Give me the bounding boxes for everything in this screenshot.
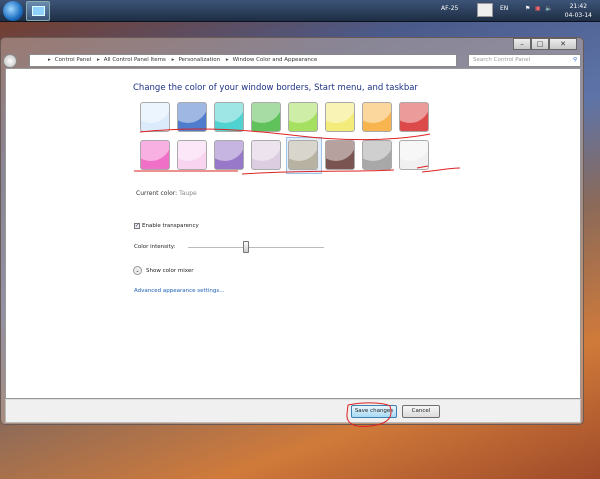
action-center-flag-icon[interactable]: ⚑ — [525, 5, 530, 12]
color-swatch-lemon[interactable] — [325, 102, 355, 132]
control-panel-window: – □ ✕ ▸ Control Panel ▸ All Control Panel … — [0, 37, 584, 425]
color-intensity-slider[interactable] — [188, 241, 324, 253]
color-swatch-fuchsia[interactable] — [140, 140, 170, 170]
color-swatch-pumpkin[interactable] — [362, 102, 392, 132]
tray-text: AF-25 — [441, 5, 459, 12]
time: 21:42 — [569, 3, 588, 10]
monitor-icon — [32, 6, 45, 16]
minimize-button[interactable]: – — [513, 38, 531, 50]
current-color-label: Current color: — [136, 190, 178, 197]
color-swatch-lavender[interactable] — [251, 140, 281, 170]
color-swatch-blush[interactable] — [177, 140, 207, 170]
color-swatch-violet[interactable] — [214, 140, 244, 170]
volume-icon[interactable]: 🔈 — [545, 5, 552, 12]
breadcrumb-item[interactable]: Window Color and Appearance — [233, 57, 318, 63]
date: 04-03-14 — [564, 12, 592, 19]
show-color-mixer-toggle[interactable]: ⌄ Show color mixer — [133, 266, 194, 275]
current-color: Current color: Taupe — [136, 190, 197, 197]
close-button[interactable]: ✕ — [549, 38, 577, 50]
color-swatch-sea[interactable] — [214, 102, 244, 132]
taskbar-app-control-panel[interactable] — [26, 1, 50, 21]
slider-thumb[interactable] — [242, 241, 249, 253]
enable-transparency-checkbox[interactable]: ✓ Enable transparency — [134, 223, 199, 229]
color-swatch-slate[interactable] — [362, 140, 392, 170]
footer: Save changes Cancel — [5, 399, 581, 423]
current-color-value: Taupe — [179, 190, 197, 197]
back-button[interactable] — [3, 54, 17, 68]
clock[interactable]: 21:42 04-03-14 — [565, 2, 592, 20]
chevron-down-icon: ⌄ — [133, 266, 142, 275]
intensity-label: Color intensity: — [134, 244, 176, 250]
cancel-button[interactable]: Cancel — [402, 405, 440, 418]
mixer-label: Show color mixer — [146, 267, 194, 274]
color-swatch-taupe[interactable] — [288, 140, 318, 170]
save-changes-button[interactable]: Save changes — [351, 405, 397, 418]
network-icon[interactable]: ▣ — [535, 5, 541, 12]
breadcrumb-item[interactable]: All Control Panel Items — [104, 57, 166, 63]
language-indicator[interactable]: EN — [500, 5, 508, 12]
transparency-label: Enable transparency — [142, 223, 199, 229]
color-swatch-leaf[interactable] — [251, 102, 281, 132]
search-placeholder: Search Control Panel — [473, 57, 531, 63]
start-button[interactable] — [3, 1, 23, 21]
color-swatch-sky[interactable] — [140, 102, 170, 132]
color-swatch-twilight[interactable] — [177, 102, 207, 132]
color-swatch-frost[interactable] — [399, 140, 429, 170]
page-title: Change the color of your window borders,… — [133, 83, 418, 93]
color-swatch-lime[interactable] — [288, 102, 318, 132]
taskbar: AF-25 EN ⚑ ▣ 🔈 21:42 04-03-14 — [0, 0, 600, 22]
search-input[interactable]: Search Control Panel ⚲ — [468, 54, 581, 67]
breadcrumb-item[interactable]: Personalization — [178, 57, 220, 63]
content-pane: Change the color of your window borders,… — [5, 68, 581, 399]
color-swatch-ruby[interactable] — [399, 102, 429, 132]
tablet-input-icon[interactable] — [477, 3, 493, 17]
search-icon: ⚲ — [572, 57, 577, 63]
address-bar[interactable]: ▸ Control Panel ▸ All Control Panel Items … — [29, 54, 457, 67]
color-swatch-chocolate[interactable] — [325, 140, 355, 170]
breadcrumb-item[interactable]: Control Panel — [55, 57, 91, 63]
maximize-button[interactable]: □ — [531, 38, 549, 50]
advanced-appearance-link[interactable]: Advanced appearance settings... — [134, 288, 224, 294]
